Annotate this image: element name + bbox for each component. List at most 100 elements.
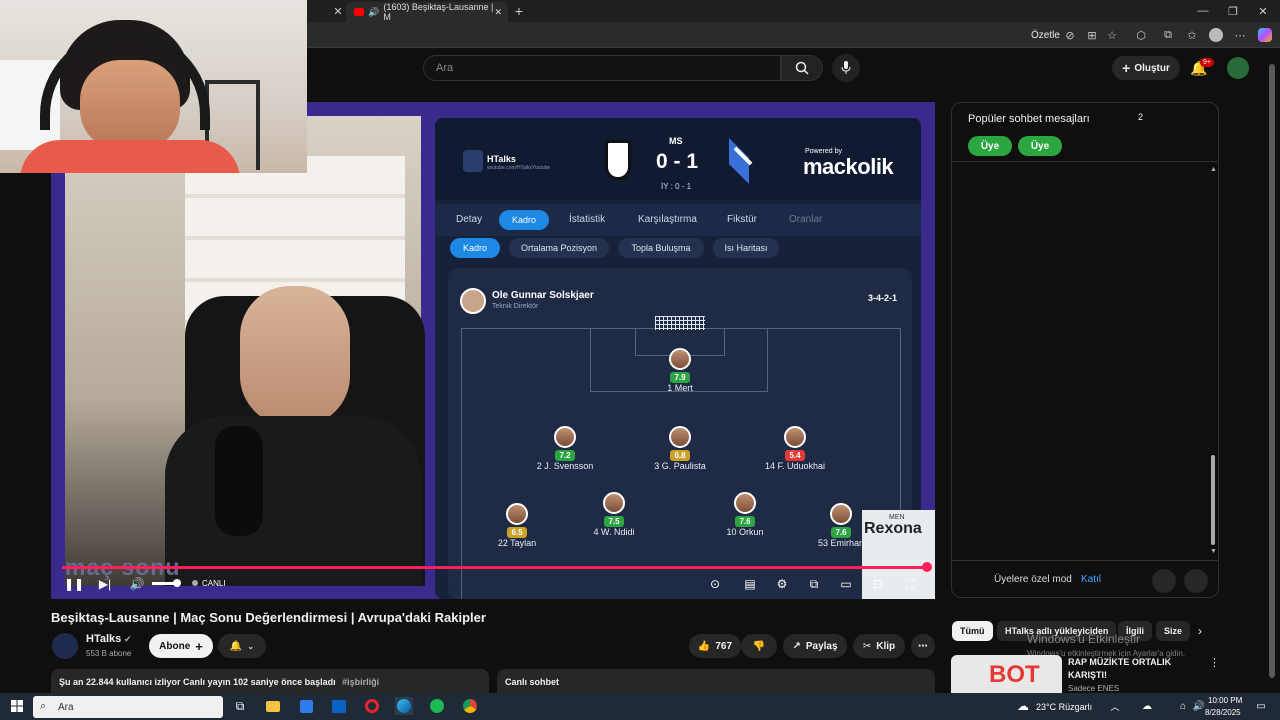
copilot-icon[interactable] xyxy=(1258,28,1272,42)
chat-scroll-down-icon[interactable]: ▼ xyxy=(1210,548,1217,555)
next-icon[interactable]: ▶| xyxy=(96,576,114,592)
player-card[interactable]: 7.5 4 W. Ndidi xyxy=(569,492,659,537)
cast-icon[interactable]: ⊡ xyxy=(869,576,887,592)
rec-thumbnail[interactable]: BOT xyxy=(951,655,1062,693)
subtab-kadro[interactable]: Kadro xyxy=(450,238,500,258)
chat-title[interactable]: Popüler sohbet mesajları xyxy=(968,113,1090,125)
fullscreen-icon[interactable]: ⛶ xyxy=(901,576,919,592)
create-button[interactable]: + Oluştur xyxy=(1112,56,1180,80)
clock-date[interactable]: 8/28/2025 xyxy=(1205,708,1241,717)
clip-button[interactable]: ✂ Klip xyxy=(853,634,905,658)
restore-icon[interactable]: ❐ xyxy=(1223,1,1243,21)
store-icon[interactable] xyxy=(297,697,315,715)
tab-oranlar[interactable]: Oranlar xyxy=(789,214,822,225)
tray-cloud-icon[interactable]: ☁ xyxy=(1138,697,1156,715)
chat-scrollbar[interactable] xyxy=(1211,455,1215,545)
tab-karsilastirma[interactable]: Karşılaştırma xyxy=(638,214,697,225)
task-view-icon[interactable]: ⧉ xyxy=(231,697,249,715)
ad-brand: Rexona xyxy=(864,520,922,537)
page-scrollbar[interactable] xyxy=(1269,64,1275,678)
autoplay-toggle-icon[interactable]: ⊙ xyxy=(706,576,724,592)
rec-title[interactable]: RAP MÜZİKTE ORTALIK KARIŞTI! xyxy=(1068,656,1178,682)
live-label[interactable]: CANLI xyxy=(202,579,226,588)
player-card[interactable]: 5.4 14 F. Uduokhai xyxy=(750,426,840,471)
progress-scrubber[interactable] xyxy=(922,562,932,572)
settings-gear-icon[interactable]: ⚙ xyxy=(773,576,791,592)
share-button[interactable]: ↗ Paylaş xyxy=(783,634,847,658)
weather-text[interactable]: 23°C Rüzgarlı xyxy=(1036,702,1092,712)
subtitles-icon[interactable]: ▤ xyxy=(741,576,759,592)
channel-avatar[interactable] xyxy=(52,633,78,659)
chrome-icon[interactable] xyxy=(461,697,479,715)
filter-chip-for-you[interactable]: Size xyxy=(1156,621,1191,641)
prev-tab-close-icon[interactable]: ✕ xyxy=(328,1,348,21)
subtab-isi-haritasi[interactable]: Isı Haritası xyxy=(713,238,779,258)
dislike-button[interactable]: 👎 xyxy=(741,634,777,658)
member-button[interactable]: Üye xyxy=(1018,136,1062,156)
player-card[interactable]: 7.9 1 Mert xyxy=(635,348,725,393)
volume-knob[interactable] xyxy=(173,579,181,587)
profile-avatar[interactable] xyxy=(1209,28,1223,42)
reader-icon[interactable]: ⊞ xyxy=(1082,25,1102,45)
tab-fikstur[interactable]: Fikstür xyxy=(727,214,757,225)
favorites-icon[interactable]: ✩ xyxy=(1182,25,1202,45)
extensions-icon[interactable]: ⬡ xyxy=(1131,25,1151,45)
account-avatar[interactable] xyxy=(1227,57,1249,79)
notification-center-icon[interactable]: ▭ xyxy=(1252,697,1270,715)
subtab-ortalama-pozisyon[interactable]: Ortalama Pozisyon xyxy=(509,238,609,258)
join-link[interactable]: Katıl xyxy=(1081,574,1101,585)
rec-channel[interactable]: Sadece ENES xyxy=(1068,684,1119,693)
theater-mode-icon[interactable]: ▭ xyxy=(837,576,855,592)
subtab-topla-bulusma[interactable]: Topla Buluşma xyxy=(618,238,704,258)
new-tab-icon[interactable]: + xyxy=(509,1,529,21)
hashtag-link[interactable]: #işbirliği xyxy=(342,677,379,687)
translate-icon[interactable]: ⊘ xyxy=(1060,25,1080,45)
file-explorer-icon[interactable] xyxy=(264,697,282,715)
minimize-icon[interactable]: — xyxy=(1193,1,1213,21)
opera-icon[interactable] xyxy=(363,697,381,715)
search-icon[interactable] xyxy=(781,55,823,81)
tab-detay[interactable]: Detay xyxy=(456,214,482,225)
more-actions-button[interactable]: ⋯ xyxy=(911,634,935,658)
notification-settings-button[interactable]: 🔔 ⌄ xyxy=(218,634,266,658)
miniplayer-icon[interactable]: ⧉ xyxy=(805,576,823,592)
outlook-icon[interactable] xyxy=(330,697,348,715)
like-button[interactable]: 👍 767 xyxy=(689,634,741,658)
tray-chevron-icon[interactable]: ︿ xyxy=(1106,697,1124,715)
spotify-icon[interactable] xyxy=(428,697,446,715)
filter-chip-all[interactable]: Tümü xyxy=(952,621,993,641)
more-menu-icon[interactable]: ⋯ xyxy=(1230,25,1250,45)
video-player[interactable]: HTalks youtube.com/HTalksYoutube MS 0 - … xyxy=(51,102,935,599)
chat-send-icon[interactable] xyxy=(1184,569,1208,593)
tab-kadro[interactable]: Kadro xyxy=(499,210,549,230)
split-icon[interactable]: ⧉ xyxy=(1158,25,1178,45)
channel-name[interactable]: HTalks xyxy=(86,633,121,645)
progress-bar[interactable] xyxy=(62,566,928,569)
live-chat-header xyxy=(497,669,935,693)
edge-icon[interactable] xyxy=(395,697,413,715)
tab-istatistik[interactable]: İstatistik xyxy=(569,214,605,225)
pause-icon[interactable]: ❚❚ xyxy=(64,576,84,592)
subscribe-button[interactable]: Abone + xyxy=(149,634,213,658)
speaker-icon[interactable]: 🔊 xyxy=(368,7,379,18)
volume-icon[interactable]: 🔊 xyxy=(128,576,146,592)
chips-next-icon[interactable]: › xyxy=(1198,624,1202,638)
chat-emoji-icon[interactable] xyxy=(1152,569,1176,593)
player-card[interactable]: 6.5 22 Taylan xyxy=(472,503,562,548)
clock-time[interactable]: 10:00 PM xyxy=(1208,696,1242,705)
chat-scroll-up-icon[interactable]: ▲ xyxy=(1210,166,1217,173)
rec-more-icon[interactable]: ⋮ xyxy=(1209,656,1220,669)
mic-icon[interactable] xyxy=(832,54,860,82)
summarize-button[interactable]: Özetle xyxy=(1031,30,1060,41)
window-close-icon[interactable]: ✕ xyxy=(1253,1,1273,21)
player-card[interactable]: 7.2 2 J. Svensson xyxy=(520,426,610,471)
weather-icon[interactable]: ☁ xyxy=(1014,697,1032,715)
tab-close-icon[interactable]: ✕ xyxy=(494,7,502,18)
browser-tab[interactable]: 🔊 (1603) Beşiktaş-Lausanne | M ✕ xyxy=(346,2,508,22)
player-card[interactable]: 6.8 3 G. Paulista xyxy=(635,426,725,471)
member-button[interactable]: Üye xyxy=(968,136,1012,156)
favorite-star-icon[interactable]: ☆ xyxy=(1102,25,1122,45)
search-input[interactable]: Ara xyxy=(423,55,781,81)
windows-start-icon[interactable] xyxy=(8,697,26,715)
player-card[interactable]: 7.6 10 Orkun xyxy=(700,492,790,537)
